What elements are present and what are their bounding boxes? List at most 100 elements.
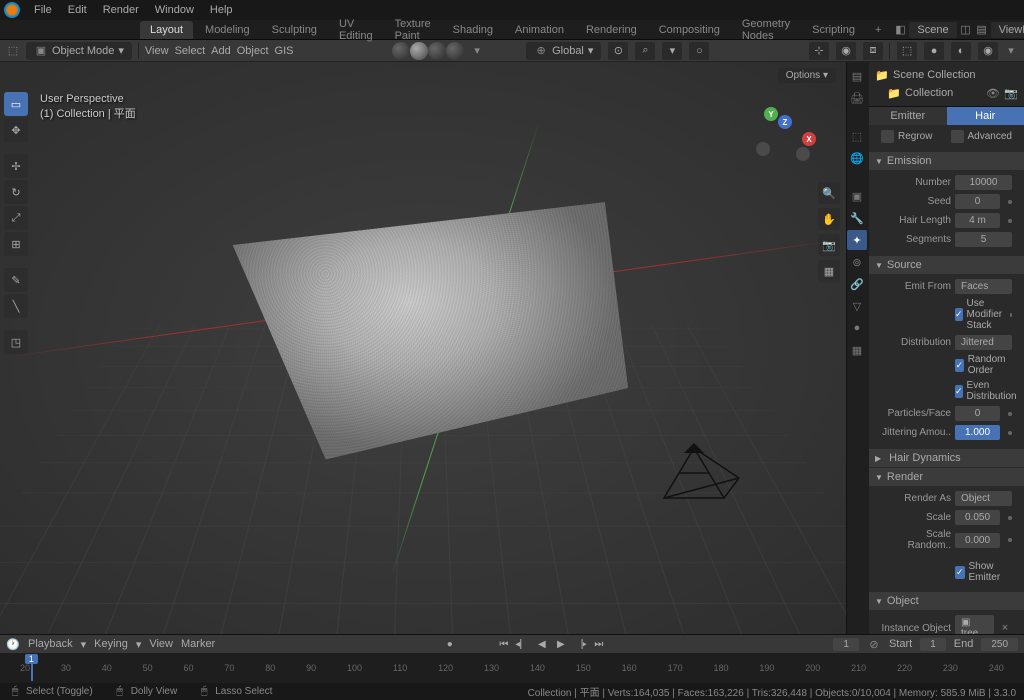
even-distribution-checkbox[interactable]: ✓ bbox=[955, 385, 963, 398]
jittering-field[interactable]: 1.000 bbox=[955, 425, 1000, 440]
timeline-editor-icon[interactable]: 🕐 bbox=[6, 637, 20, 651]
clear-instance-icon[interactable]: × bbox=[998, 621, 1012, 634]
menu-gis[interactable]: GIS bbox=[275, 45, 294, 57]
tab-geometry-nodes[interactable]: Geometry Nodes bbox=[732, 15, 800, 45]
seed-field[interactable]: 0 bbox=[955, 194, 1000, 209]
instance-object-field[interactable]: ▣ tree bbox=[955, 615, 994, 634]
next-keyframe-icon[interactable]: ⎹▸ bbox=[571, 636, 589, 652]
navigation-gizmo[interactable]: X Y Z bbox=[756, 107, 816, 167]
object-subpanel-header[interactable]: ▼Object bbox=[869, 592, 1024, 610]
gizmo-neg-axis-2[interactable] bbox=[756, 142, 770, 156]
visibility-icon[interactable]: 👁 bbox=[986, 86, 1000, 100]
tab-emitter[interactable]: Emitter bbox=[869, 107, 947, 125]
menu-keying[interactable]: Keying bbox=[94, 638, 128, 650]
distribution-dropdown[interactable]: Jittered bbox=[955, 335, 1012, 350]
outliner-collection[interactable]: 📁Collection👁📷 bbox=[873, 84, 1020, 102]
play-icon[interactable]: ▶ bbox=[552, 636, 570, 652]
current-frame-field[interactable]: 1 bbox=[833, 638, 859, 651]
options-dropdown[interactable]: Options ▾ bbox=[778, 68, 836, 83]
particle-tab-icon[interactable]: ✦ bbox=[847, 230, 867, 250]
shading-dropdown-icon[interactable]: ▾ bbox=[470, 44, 484, 58]
output-tab-icon[interactable]: 🖨 bbox=[847, 88, 867, 108]
proportional-edit-icon[interactable]: ○ bbox=[689, 42, 709, 60]
render-as-dropdown[interactable]: Object bbox=[955, 491, 1012, 506]
hair-dynamics-panel-header[interactable]: ▶Hair Dynamics bbox=[869, 449, 1024, 467]
emit-from-dropdown[interactable]: Faces bbox=[955, 279, 1012, 294]
gizmo-x-axis[interactable]: X bbox=[802, 132, 816, 146]
segments-field[interactable]: 5 bbox=[955, 232, 1012, 247]
menu-render[interactable]: Render bbox=[97, 2, 145, 18]
tab-layout[interactable]: Layout bbox=[140, 21, 193, 39]
material-mode-icon[interactable]: ◐ bbox=[951, 42, 971, 60]
render-tab-icon[interactable]: ▤ bbox=[847, 66, 867, 86]
wireframe-mode-icon[interactable]: ⬚ bbox=[897, 42, 917, 60]
camera-object[interactable] bbox=[644, 438, 744, 508]
play-reverse-icon[interactable]: ◀ bbox=[533, 636, 551, 652]
select-box-tool[interactable]: ▭ bbox=[4, 92, 28, 116]
constraint-tab-icon[interactable]: 🔗 bbox=[847, 274, 867, 294]
jump-end-icon[interactable]: ⏭ bbox=[590, 636, 608, 652]
cursor-tool[interactable]: ✥ bbox=[4, 118, 28, 142]
menu-edit[interactable]: Edit bbox=[62, 2, 93, 18]
render-scale-field[interactable]: 0.050 bbox=[955, 510, 1000, 525]
particles-face-field[interactable]: 0 bbox=[955, 406, 1000, 421]
tab-shading[interactable]: Shading bbox=[443, 21, 503, 39]
menu-select[interactable]: Select bbox=[175, 45, 206, 57]
solid-mode-icon[interactable]: ● bbox=[924, 42, 944, 60]
tab-modeling[interactable]: Modeling bbox=[195, 21, 260, 39]
gizmo-neg-axis[interactable] bbox=[796, 147, 810, 161]
use-modifier-stack-checkbox[interactable]: ✓ bbox=[955, 308, 963, 321]
advanced-checkbox[interactable] bbox=[951, 130, 964, 143]
tab-animation[interactable]: Animation bbox=[505, 21, 574, 39]
perspective-toggle-icon[interactable]: ▦ bbox=[818, 260, 840, 282]
scale-random-field[interactable]: 0.000 bbox=[955, 533, 1000, 548]
menu-view[interactable]: View bbox=[145, 45, 169, 57]
tab-uv-editing[interactable]: UV Editing bbox=[329, 15, 383, 45]
menu-help[interactable]: Help bbox=[204, 2, 239, 18]
camera-view-icon[interactable]: 📷 bbox=[818, 234, 840, 256]
snap-dropdown-icon[interactable]: ▾ bbox=[662, 42, 682, 60]
scene-tab-icon[interactable]: ⬚ bbox=[847, 126, 867, 146]
tab-scripting[interactable]: Scripting bbox=[802, 21, 865, 39]
auto-key-icon[interactable]: ● bbox=[441, 636, 459, 652]
hair-length-field[interactable]: 4 m bbox=[955, 213, 1000, 228]
overlay-toggle-icon[interactable]: ◉ bbox=[836, 42, 856, 60]
prev-keyframe-icon[interactable]: ◂⎸ bbox=[514, 636, 532, 652]
xray-toggle-icon[interactable]: ⧈ bbox=[863, 42, 883, 60]
object-tab-icon[interactable]: ▣ bbox=[847, 186, 867, 206]
tab-compositing[interactable]: Compositing bbox=[649, 21, 730, 39]
zoom-icon[interactable]: 🔍 bbox=[818, 182, 840, 204]
tab-sculpting[interactable]: Sculpting bbox=[262, 21, 327, 39]
rotate-tool[interactable]: ↻ bbox=[4, 180, 28, 204]
physics-tab-icon[interactable]: ⊚ bbox=[847, 252, 867, 272]
solid-shading-icon[interactable] bbox=[410, 42, 428, 60]
menu-tl-view[interactable]: View bbox=[149, 638, 173, 650]
add-cube-tool[interactable]: ◳ bbox=[4, 330, 28, 354]
outliner-scene-collection[interactable]: 📁Scene Collection bbox=[873, 66, 1020, 84]
snap-toggle-icon[interactable]: ⌕ bbox=[635, 42, 655, 60]
number-field[interactable]: 10000 bbox=[955, 175, 1012, 190]
menu-file[interactable]: File bbox=[28, 2, 58, 18]
transform-orientation[interactable]: ⊕Global ▾ bbox=[526, 42, 601, 60]
scene-selector[interactable]: Scene bbox=[909, 22, 956, 38]
scale-tool[interactable]: ⤢ bbox=[4, 206, 28, 230]
render-viz-icon[interactable]: 📷 bbox=[1004, 86, 1018, 100]
end-frame-field[interactable]: 250 bbox=[981, 638, 1018, 651]
rendered-shading-icon[interactable] bbox=[446, 42, 464, 60]
source-panel-header[interactable]: ▼Source bbox=[869, 256, 1024, 274]
random-order-checkbox[interactable]: ✓ bbox=[955, 359, 964, 372]
menu-window[interactable]: Window bbox=[149, 2, 200, 18]
jump-start-icon[interactable]: ⏮ bbox=[495, 636, 513, 652]
mode-dropdown[interactable]: ▣Object Mode ▾ bbox=[26, 42, 132, 60]
gizmo-y-axis[interactable]: Y bbox=[764, 107, 778, 121]
regrow-checkbox[interactable] bbox=[881, 130, 894, 143]
start-frame-field[interactable]: 1 bbox=[920, 638, 946, 651]
timeline-scrubber[interactable]: 2030405060708090100110120130140150160170… bbox=[0, 653, 1024, 683]
render-panel-header[interactable]: ▼Render bbox=[869, 468, 1024, 486]
menu-marker[interactable]: Marker bbox=[181, 638, 215, 650]
gizmo-toggle-icon[interactable]: ⊹ bbox=[809, 42, 829, 60]
add-workspace-button[interactable]: + bbox=[867, 24, 889, 36]
material-shading-icon[interactable] bbox=[428, 42, 446, 60]
gizmo-z-axis[interactable]: Z bbox=[778, 115, 792, 129]
tab-hair[interactable]: Hair bbox=[947, 107, 1024, 125]
